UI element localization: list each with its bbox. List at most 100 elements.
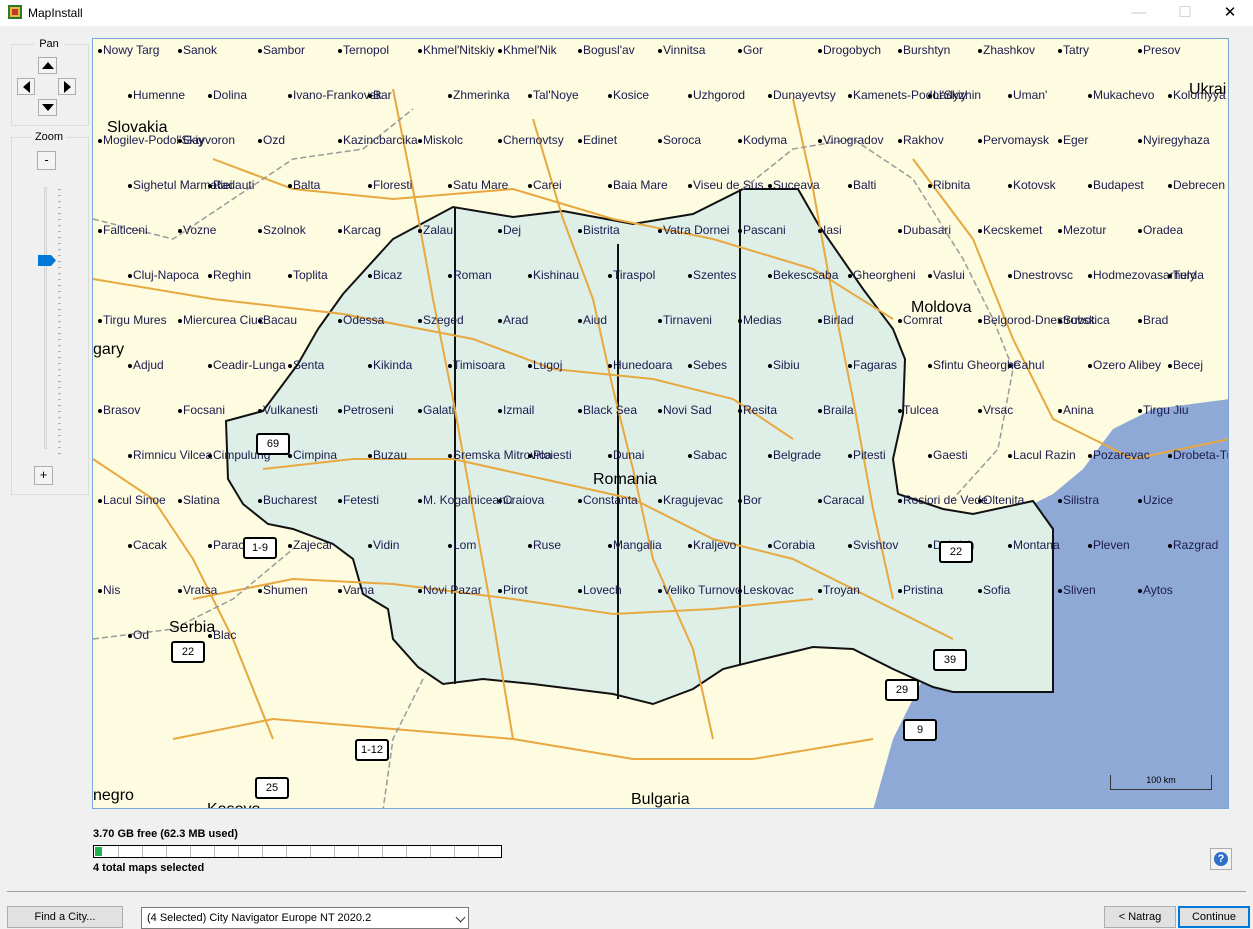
city-label: Uman' bbox=[1013, 88, 1048, 102]
city-label: Subotica bbox=[1063, 313, 1110, 327]
slider-tick bbox=[58, 213, 61, 214]
pan-up-button[interactable] bbox=[38, 57, 57, 74]
city-dot bbox=[1058, 589, 1062, 593]
slider-tick bbox=[58, 375, 61, 376]
city-dot bbox=[288, 544, 292, 548]
city-label: Medias bbox=[743, 313, 782, 327]
city-dot bbox=[528, 454, 532, 458]
city-label: Vaslui bbox=[933, 268, 965, 282]
city-label: Pascani bbox=[743, 223, 786, 237]
city-label: Mezotur bbox=[1063, 223, 1107, 237]
city-label: Od bbox=[133, 628, 150, 642]
city-dot bbox=[178, 49, 182, 53]
city-dot bbox=[898, 229, 902, 233]
city-label: Satu Mare bbox=[453, 178, 509, 192]
zoom-in-button[interactable]: + bbox=[34, 466, 53, 485]
city-dot bbox=[98, 319, 102, 323]
city-dot bbox=[178, 499, 182, 503]
city-label: Debrecen bbox=[1173, 178, 1226, 192]
city-label: Cimpina bbox=[293, 448, 338, 462]
city-dot bbox=[978, 49, 982, 53]
city-dot bbox=[1088, 184, 1092, 188]
chevron-down-icon bbox=[455, 912, 466, 923]
zoom-out-button[interactable]: - bbox=[37, 151, 56, 170]
city-dot bbox=[498, 49, 502, 53]
city-label: Lom bbox=[453, 538, 477, 552]
road-shield: 69 bbox=[256, 433, 290, 455]
pan-right-button[interactable] bbox=[58, 78, 76, 95]
city-dot bbox=[528, 184, 532, 188]
city-label: Kecskemet bbox=[983, 223, 1043, 237]
slider-tick bbox=[58, 429, 61, 430]
city-dot bbox=[608, 94, 612, 98]
road-shield: 25 bbox=[255, 777, 289, 799]
city-label: Bistrita bbox=[583, 223, 620, 237]
city-label: Adjud bbox=[133, 358, 164, 372]
city-label: Dolina bbox=[213, 88, 248, 102]
find-city-button[interactable]: Find a City... bbox=[7, 906, 123, 928]
city-label: Ternopol bbox=[343, 43, 390, 57]
zoom-slider-track[interactable] bbox=[44, 187, 47, 449]
city-dot bbox=[738, 139, 742, 143]
help-button[interactable]: ? bbox=[1210, 848, 1232, 870]
road-shield: 22 bbox=[171, 641, 205, 663]
slider-tick bbox=[58, 345, 61, 346]
slider-tick bbox=[58, 351, 61, 352]
back-button[interactable]: < Natrag bbox=[1104, 906, 1176, 928]
city-dot bbox=[768, 274, 772, 278]
city-label: Kolomyya bbox=[1173, 88, 1226, 102]
city-dot bbox=[448, 184, 452, 188]
city-label: Mangalia bbox=[613, 538, 662, 552]
zoom-slider-thumb[interactable] bbox=[38, 255, 56, 267]
continue-button[interactable]: Continue bbox=[1178, 906, 1250, 928]
city-dot bbox=[498, 589, 502, 593]
city-label: Chernovtsy bbox=[503, 133, 564, 147]
city-dot bbox=[658, 499, 662, 503]
city-label: Blac bbox=[213, 628, 237, 642]
city-dot bbox=[498, 499, 502, 503]
progress-segment bbox=[286, 846, 287, 857]
pan-down-button[interactable] bbox=[38, 99, 57, 116]
city-dot bbox=[848, 274, 852, 278]
city-dot bbox=[818, 319, 822, 323]
city-dot bbox=[498, 319, 502, 323]
city-dot bbox=[848, 184, 852, 188]
slider-tick bbox=[58, 387, 61, 388]
city-label: Vratsa bbox=[183, 583, 218, 597]
progress-segment bbox=[310, 846, 311, 857]
city-dot bbox=[98, 589, 102, 593]
city-label: Ladyzhin bbox=[933, 88, 982, 102]
country-label: Kosovo bbox=[207, 801, 260, 808]
city-dot bbox=[928, 364, 932, 368]
slider-tick bbox=[58, 231, 61, 232]
slider-tick bbox=[58, 297, 61, 298]
city-dot bbox=[688, 184, 692, 188]
close-button[interactable]: ✕ bbox=[1207, 0, 1253, 26]
city-label: Veliko Turnovo bbox=[663, 583, 742, 597]
city-label: Ploiesti bbox=[533, 448, 572, 462]
city-label: Corabia bbox=[773, 538, 816, 552]
maximize-button[interactable]: ☐ bbox=[1162, 0, 1208, 26]
slider-tick bbox=[58, 189, 61, 190]
city-label: Odessa bbox=[343, 313, 385, 327]
minimize-button[interactable]: — bbox=[1116, 0, 1162, 26]
city-dot bbox=[1138, 319, 1142, 323]
city-label: Dubasari bbox=[903, 223, 952, 237]
city-label: Vrsac bbox=[983, 403, 1014, 417]
city-label: Cluj-Napoca bbox=[133, 268, 200, 282]
city-dot bbox=[1008, 94, 1012, 98]
product-select[interactable]: (4 Selected) City Navigator Europe NT 20… bbox=[141, 907, 469, 929]
slider-tick bbox=[58, 285, 61, 286]
city-dot bbox=[178, 409, 182, 413]
city-label: Radauti bbox=[213, 178, 255, 192]
map-canvas[interactable] bbox=[93, 39, 1229, 809]
city-dot bbox=[898, 49, 902, 53]
slider-tick bbox=[58, 447, 61, 448]
city-label: Zalau bbox=[423, 223, 454, 237]
pan-left-button[interactable] bbox=[17, 78, 35, 95]
city-dot bbox=[1088, 94, 1092, 98]
city-dot bbox=[448, 544, 452, 548]
city-dot bbox=[1168, 94, 1172, 98]
map-view[interactable]: Slovakia Ukrai Moldova Romania Serbia Bulgari… bbox=[92, 38, 1229, 809]
city-label: Rosiori de Vede bbox=[903, 493, 988, 507]
